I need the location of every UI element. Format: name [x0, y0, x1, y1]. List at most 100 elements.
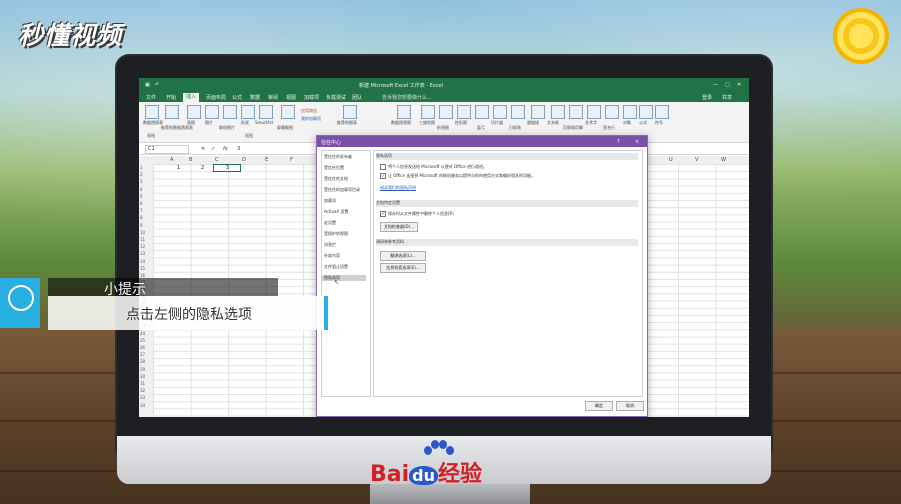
col-header[interactable]: V	[695, 157, 698, 163]
cell-a1[interactable]: 1	[177, 165, 180, 171]
enter-icon[interactable]: ✓	[211, 146, 215, 152]
tab-team[interactable]: 团队	[349, 94, 365, 101]
save-icon[interactable]: ▣	[145, 82, 150, 88]
cancel-button[interactable]: 取消	[616, 401, 644, 411]
tab-data[interactable]: 数据	[247, 94, 263, 101]
tab-load-test[interactable]: 负载测试	[323, 94, 349, 101]
name-box[interactable]: C1	[145, 145, 189, 154]
help-button[interactable]: ?	[617, 139, 620, 145]
tab-file[interactable]: 文件	[143, 94, 159, 101]
tab-home[interactable]: 开始	[163, 94, 179, 101]
nav-file-block[interactable]: 文件阻止设置	[324, 264, 348, 270]
sparkline-column-icon[interactable]	[457, 105, 471, 119]
symbol-icon[interactable]	[655, 105, 669, 119]
cell-b1[interactable]: 2	[201, 165, 204, 171]
tab-page-layout[interactable]: 页面布局	[203, 94, 229, 101]
tab-formulas[interactable]: 公式	[229, 94, 245, 101]
undo-icon[interactable]: ↶	[155, 82, 159, 88]
col-header[interactable]: E	[265, 157, 268, 163]
share-button[interactable]: 共享	[719, 94, 735, 101]
row-number[interactable]: 13	[140, 251, 145, 256]
shapes-icon[interactable]	[241, 105, 255, 119]
nav-protected-view[interactable]: 受保护的视图	[324, 231, 348, 237]
row-number[interactable]: 29	[140, 367, 145, 372]
object-icon[interactable]	[623, 105, 637, 119]
tab-insert[interactable]: 插入	[183, 93, 200, 102]
col-header[interactable]: C	[215, 157, 219, 163]
row-number[interactable]: 10	[140, 230, 145, 235]
row-number[interactable]: 34	[140, 403, 145, 408]
row-number[interactable]: 9	[140, 223, 143, 228]
opt1-checkbox[interactable]	[380, 164, 386, 170]
nav-macro-settings[interactable]: 宏设置	[324, 220, 336, 226]
nav-external-content[interactable]: 外部内容	[324, 253, 340, 259]
tab-addins[interactable]: 加载项	[301, 94, 322, 101]
row-number[interactable]: 1	[140, 165, 143, 170]
row-number[interactable]: 26	[140, 345, 145, 350]
header-footer-icon[interactable]	[569, 105, 583, 119]
hyperlink-icon[interactable]	[531, 105, 545, 119]
row-number[interactable]: 24	[140, 331, 145, 336]
tab-review[interactable]: 审阅	[265, 94, 281, 101]
tell-me-box[interactable]: 告诉我您想要做什么...	[379, 94, 481, 101]
nav-privacy-options[interactable]: 隐私选项	[322, 275, 366, 281]
timeline-icon[interactable]	[511, 105, 525, 119]
col-header[interactable]: W	[721, 157, 726, 163]
table-icon[interactable]	[187, 105, 201, 119]
online-picture-icon[interactable]	[223, 105, 237, 119]
research-options-button[interactable]: 信息检索选项(E)...	[380, 263, 426, 273]
nav-trusted-locations[interactable]: 受信任位置	[324, 165, 344, 171]
recommended-pivot-icon[interactable]	[165, 105, 179, 119]
smartart-icon[interactable]	[259, 105, 273, 119]
privacy-statement-link[interactable]: 阅读我们的隐私声明	[380, 185, 416, 191]
col-header[interactable]: A	[170, 157, 173, 163]
pivot-chart-icon[interactable]	[397, 105, 411, 119]
nav-trusted-publishers[interactable]: 受信任的发布者	[324, 154, 352, 160]
signature-line-icon[interactable]	[605, 105, 619, 119]
screenshot-icon[interactable]	[281, 105, 295, 119]
row-number[interactable]: 2	[140, 172, 143, 177]
row-number[interactable]: 14	[140, 259, 145, 264]
textbox-icon[interactable]	[551, 105, 565, 119]
nav-addins[interactable]: 加载项	[324, 198, 336, 204]
doc-inspector-button[interactable]: 文档检查器(D)...	[380, 222, 418, 232]
row-number[interactable]: 11	[140, 237, 145, 242]
equation-icon[interactable]	[639, 105, 653, 119]
row-number[interactable]: 33	[140, 395, 145, 400]
nav-message-bar[interactable]: 消息栏	[324, 242, 336, 248]
row-number[interactable]: 25	[140, 338, 145, 343]
row-number[interactable]: 12	[140, 244, 145, 249]
nav-activex[interactable]: ActiveX 设置	[324, 209, 348, 215]
col-header[interactable]: B	[189, 157, 192, 163]
picture-icon[interactable]	[205, 105, 219, 119]
row-number[interactable]: 32	[140, 388, 145, 393]
row-number[interactable]: 8	[140, 215, 143, 220]
sign-in-link[interactable]: 登录	[699, 94, 715, 101]
win-loss-icon[interactable]	[475, 105, 489, 119]
row-number[interactable]: 28	[140, 359, 145, 364]
row-number[interactable]: 15	[140, 266, 145, 271]
wordart-icon[interactable]	[587, 105, 601, 119]
row-number[interactable]: 30	[140, 374, 145, 379]
formula-input[interactable]: 3	[237, 146, 240, 152]
tab-view[interactable]: 视图	[283, 94, 299, 101]
cancel-icon[interactable]: ✕	[201, 146, 205, 152]
row-number[interactable]: 31	[140, 381, 145, 386]
cell-c1[interactable]: 3	[226, 165, 229, 171]
opt2-checkbox[interactable]: ✓	[380, 173, 386, 179]
row-number[interactable]: 4	[140, 187, 143, 192]
row-number[interactable]: 5	[140, 194, 143, 199]
close-icon[interactable]: ✕	[737, 82, 741, 88]
sparkline-line-icon[interactable]	[439, 105, 453, 119]
row-number[interactable]: 27	[140, 352, 145, 357]
col-header[interactable]: U	[669, 157, 673, 163]
dialog-close-icon[interactable]: ×	[635, 139, 639, 145]
translation-options-button[interactable]: 翻译选项(L)...	[380, 251, 426, 261]
minimize-icon[interactable]: —	[713, 82, 718, 88]
col-header[interactable]: F	[290, 157, 293, 163]
nav-trusted-documents[interactable]: 受信任的文档	[324, 176, 348, 182]
recommended-charts-icon[interactable]	[343, 105, 357, 119]
col-header[interactable]: D	[242, 157, 246, 163]
pivot-table-icon[interactable]	[145, 105, 159, 119]
row-number[interactable]: 3	[140, 179, 143, 184]
